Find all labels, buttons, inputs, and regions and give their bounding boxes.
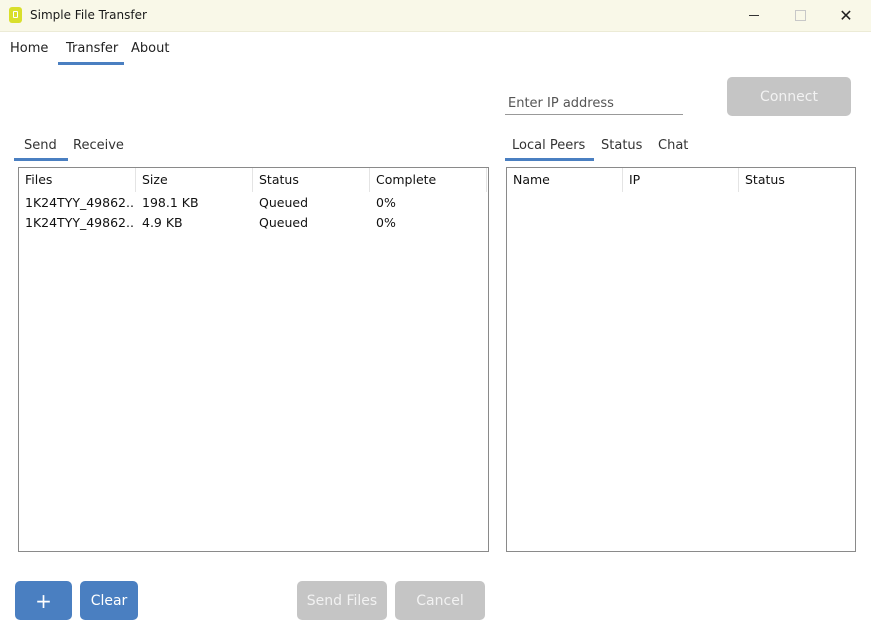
tab-receive[interactable]: Receive xyxy=(73,138,124,153)
column-header-ip[interactable]: IP xyxy=(623,168,739,192)
maximize-icon xyxy=(794,10,806,21)
row-file-size: 4.9 KB xyxy=(142,215,183,230)
tab-status[interactable]: Status xyxy=(601,138,642,153)
send-tab-indicator xyxy=(14,158,68,161)
files-table[interactable]: Files Size Status Complete 1K24TYY_49862… xyxy=(18,167,489,552)
nav-transfer[interactable]: Transfer xyxy=(66,41,118,56)
add-file-button[interactable]: + xyxy=(15,581,72,620)
row-status: Queued xyxy=(259,195,308,210)
row-file-name: 1K24TYY_49862... xyxy=(25,195,133,210)
row-file-name: 1K24TYY_49862... xyxy=(25,215,133,230)
row-file-size: 198.1 KB xyxy=(142,195,199,210)
column-header-complete[interactable]: Complete xyxy=(370,168,487,192)
row-complete: 0% xyxy=(376,195,396,210)
column-header-status[interactable]: Status xyxy=(253,168,370,192)
nav-home[interactable]: Home xyxy=(10,41,48,56)
tab-send[interactable]: Send xyxy=(24,138,57,153)
tab-local-peers[interactable]: Local Peers xyxy=(512,138,585,153)
close-button[interactable]: ✕ xyxy=(823,0,869,31)
window-title: Simple File Transfer xyxy=(30,8,147,22)
minimize-button[interactable] xyxy=(731,0,777,31)
peers-tab-indicator xyxy=(505,158,594,161)
nav-active-indicator xyxy=(58,62,124,65)
minimize-icon xyxy=(749,15,759,16)
title-bar: Simple File Transfer ✕ xyxy=(0,0,871,32)
ip-address-input[interactable] xyxy=(505,92,683,115)
clear-button[interactable]: Clear xyxy=(80,581,138,620)
send-files-button[interactable]: Send Files xyxy=(297,581,387,620)
nav-about[interactable]: About xyxy=(131,41,169,56)
column-header-peer-status[interactable]: Status xyxy=(739,168,855,192)
tab-chat[interactable]: Chat xyxy=(658,138,688,153)
column-header-name[interactable]: Name xyxy=(507,168,623,192)
close-icon: ✕ xyxy=(839,6,853,25)
column-header-files[interactable]: Files xyxy=(19,168,136,192)
cancel-button[interactable]: Cancel xyxy=(395,581,485,620)
maximize-button[interactable] xyxy=(777,0,823,31)
row-status: Queued xyxy=(259,215,308,230)
app-icon xyxy=(9,7,22,23)
connect-button[interactable]: Connect xyxy=(727,77,851,116)
peers-table[interactable]: Name IP Status xyxy=(506,167,856,552)
column-header-size[interactable]: Size xyxy=(136,168,253,192)
row-complete: 0% xyxy=(376,215,396,230)
